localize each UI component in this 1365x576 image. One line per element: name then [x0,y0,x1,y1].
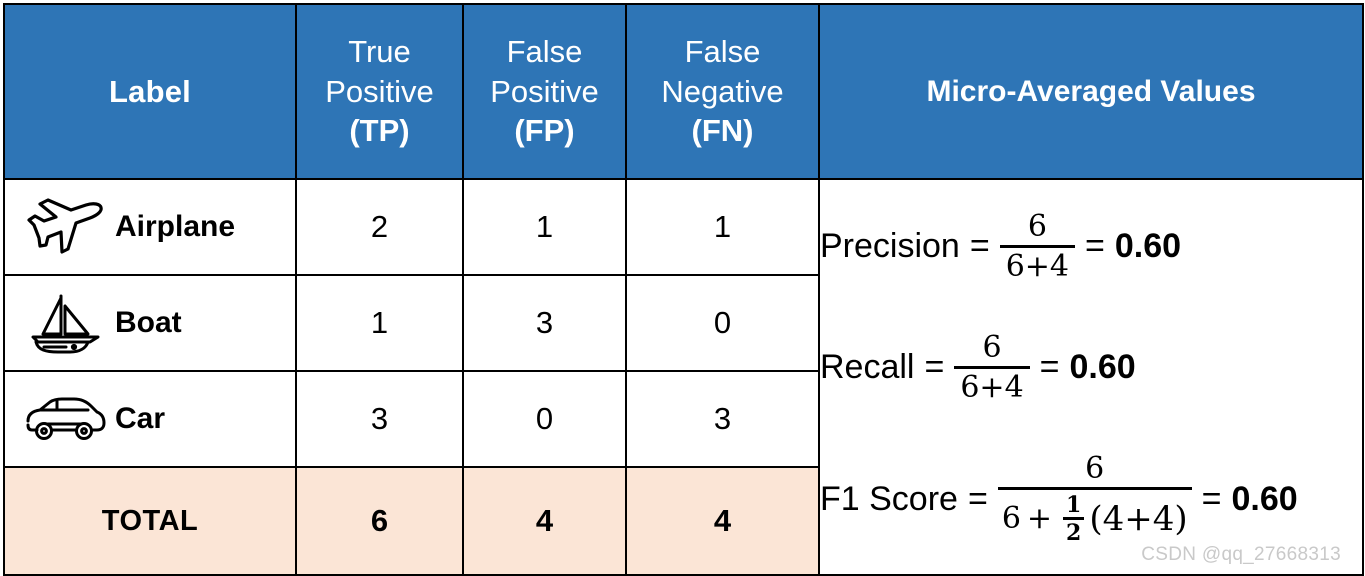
micro-average-metrics-table: Label True Positive (TP) False Positive … [3,3,1364,576]
formula-recall: Recall = 6 6+4 = 0.60 [820,329,1362,403]
formula-stack: Precision = 6 6+4 = 0.60 Recall = 6 6+4 … [820,180,1362,574]
formula-f1-fraction: 6 6 + 1 2 (4+4) [997,451,1192,544]
cell-true-positive: 1 [295,274,464,372]
formula-recall-numerator: 6 [982,329,1002,365]
formula-precision-name: Precision [820,227,960,266]
header-label-text: Label [109,73,191,109]
formula-f1-den-lead: 6 [1001,501,1021,537]
formula-f1-numerator: 6 [1085,451,1105,487]
formula-f1-score: F1 Score = 6 6 + 1 2 (4+4) = 0.60 [820,451,1362,545]
metrics-table-page: Label True Positive (TP) False Positive … [0,0,1365,576]
total-true-positive: 6 [295,466,464,576]
formula-f1-den-plus: + [1026,501,1053,537]
cell-false-negative: 0 [625,274,820,372]
header-fp-abbr: (FP) [514,113,575,149]
row-label-cell-airplane: Airplane [3,178,297,276]
header-fn-line1: False [684,33,761,69]
header-cell-false-negative: False Negative (FN) [625,3,820,180]
car-icon [19,397,111,441]
row-label-text: Boat [115,306,182,339]
boat-icon [19,292,111,354]
formula-precision-result-equals: = [1085,227,1105,266]
cell-false-negative: 1 [625,178,820,276]
total-false-positive: 4 [462,466,627,576]
header-fn-line2: Negative [661,73,784,109]
row-label-cell-car: Car [3,370,297,468]
formula-f1-half-denominator: 2 [1063,517,1085,544]
cell-false-positive: 3 [462,274,627,372]
micro-averaged-values-cell: Precision = 6 6+4 = 0.60 Recall = 6 6+4 … [818,178,1364,576]
airplane-icon [19,197,111,257]
formula-f1-name: F1 Score [820,479,958,518]
cell-false-positive: 0 [462,370,627,468]
cell-true-positive: 2 [295,178,464,276]
formula-recall-equals: = [924,348,945,387]
formula-recall-fraction: 6 6+4 [954,329,1030,403]
header-true-positive-stack: True Positive (TP) [297,32,462,151]
header-tp-line2: Positive [325,73,434,109]
formula-precision-numerator: 6 [1027,208,1047,244]
formula-precision-result: 0.60 [1114,227,1182,266]
table-header-row: Label True Positive (TP) False Positive … [3,3,1364,180]
header-cell-false-positive: False Positive (FP) [462,3,627,180]
formula-f1-result: 0.60 [1231,479,1298,518]
header-tp-abbr: (TP) [349,113,410,149]
cell-true-positive: 3 [295,370,464,468]
formula-precision-denominator: 6+4 [999,244,1076,282]
row-label-cell-boat: Boat [3,274,297,372]
header-cell-label: Label [3,3,297,180]
formula-recall-result-equals: = [1039,348,1060,387]
formula-f1-half-fraction: 1 2 [1063,492,1085,544]
formula-f1-half-numerator: 1 [1066,492,1082,519]
total-row-label: TOTAL [3,466,297,576]
header-micro-text: Micro-Averaged Values [926,74,1256,108]
header-fp-line2: Positive [490,73,599,109]
cell-false-positive: 1 [462,178,627,276]
formula-precision-fraction: 6 6+4 [999,208,1076,282]
row-label-text: Airplane [115,210,236,243]
cell-false-negative: 3 [625,370,820,468]
formula-precision: Precision = 6 6+4 = 0.60 [820,208,1362,282]
total-false-negative: 4 [625,466,820,576]
header-fn-abbr: (FN) [691,113,754,149]
formula-f1-den-group: (4+4) [1089,499,1188,540]
header-false-positive-stack: False Positive (FP) [464,32,625,151]
formula-recall-result: 0.60 [1069,348,1136,387]
formula-f1-result-equals: = [1201,479,1222,518]
formula-f1-equals: = [967,479,988,518]
formula-precision-equals: = [969,227,990,266]
header-cell-micro-averaged-values: Micro-Averaged Values [818,3,1364,180]
header-fp-line1: False [506,33,583,69]
table-row: Airplane 2 1 1 Precision = 6 6+4 = 0.60 … [3,178,1364,576]
header-false-negative-stack: False Negative (FN) [627,32,818,151]
row-label-text: Car [115,402,166,435]
header-cell-true-positive: True Positive (TP) [295,3,464,180]
formula-f1-denominator: 6 + 1 2 (4+4) [997,487,1192,544]
header-tp-line1: True [348,33,411,69]
formula-recall-denominator: 6+4 [954,365,1030,403]
formula-recall-name: Recall [820,348,915,387]
